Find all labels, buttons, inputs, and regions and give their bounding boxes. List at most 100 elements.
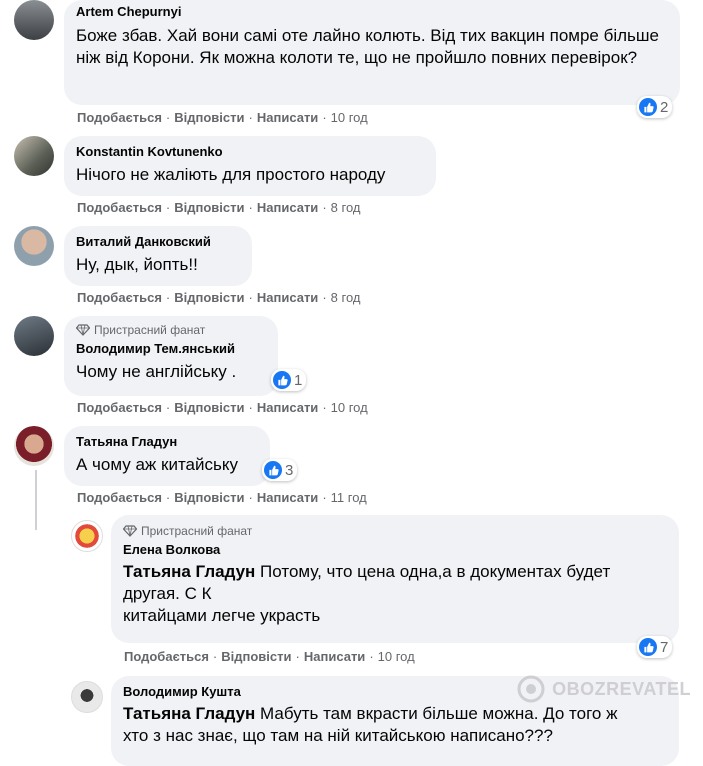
comment-text: Ну, дык, йопть!! — [76, 255, 198, 274]
badge-label: Пристрасний фанат — [141, 524, 253, 538]
message-button[interactable]: Написати — [257, 490, 318, 505]
separator: · — [165, 110, 171, 125]
separator: · — [295, 649, 300, 664]
like-reaction-icon — [273, 371, 291, 389]
separator: · — [322, 290, 327, 305]
reaction-count[interactable]: 1 — [271, 369, 307, 391]
avatar[interactable] — [71, 681, 103, 713]
reply-button[interactable]: Відповісти — [174, 490, 244, 505]
like-button[interactable]: Подобається — [77, 490, 162, 505]
separator: · — [248, 400, 253, 415]
separator: · — [165, 400, 171, 415]
reaction-count[interactable]: 3 — [262, 459, 298, 481]
badge-label: Пристрасний фанат — [94, 323, 206, 337]
separator: · — [322, 110, 327, 125]
comment-text: Нічого не жаліють для простого народу — [76, 165, 386, 184]
timestamp[interactable]: 8 год — [331, 290, 361, 305]
reply-text-line: другая. С К — [123, 584, 212, 603]
reply-text-line: Мабуть там вкрасти більше можна. До того… — [255, 704, 618, 723]
like-button[interactable]: Подобається — [77, 400, 162, 415]
timestamp[interactable]: 11 год — [331, 490, 367, 505]
like-button[interactable]: Подобається — [77, 290, 162, 305]
comment-actions: Подобається · Відповісти · Написати · 10 год — [77, 400, 368, 416]
like-button[interactable]: Подобається — [77, 200, 162, 215]
separator: · — [165, 290, 171, 305]
like-reaction-icon — [264, 461, 282, 479]
reply-button[interactable]: Відповісти — [174, 200, 244, 215]
comment-bubble: Виталий Данковский Ну, дык, йопть!! — [64, 226, 252, 286]
comment-text: Чому не англійську . — [76, 362, 237, 381]
comment-text: Боже збав. Хай вони самі оте лайно колют… — [76, 26, 659, 67]
diamond-icon — [76, 324, 90, 336]
timestamp[interactable]: 10 год — [331, 110, 368, 125]
comment-actions: Подобається · Відповісти · Написати · 10 год — [77, 110, 368, 126]
comment-bubble: Пристрасний фанат Володимир Тем.янський … — [64, 316, 278, 396]
reply-text: Татьяна Гладун Потому, что цена одна,а в… — [123, 561, 667, 627]
avatar[interactable] — [14, 0, 54, 40]
reaction-number: 1 — [294, 371, 303, 389]
comment-bubble: Татьяна Гладун А чому аж китайську — [64, 426, 270, 486]
comment-author[interactable]: Татьяна Гладун — [76, 434, 258, 450]
message-button[interactable]: Написати — [257, 110, 318, 125]
diamond-icon — [123, 525, 137, 537]
reaction-number: 2 — [660, 98, 669, 116]
comment-author[interactable]: Artem Chepurnyi — [76, 4, 668, 20]
avatar[interactable] — [14, 426, 54, 466]
avatar[interactable] — [14, 136, 54, 176]
reply-text: Татьяна Гладун Мабуть там вкрасти більше… — [123, 703, 667, 747]
separator: · — [322, 200, 327, 215]
separator: · — [248, 290, 253, 305]
obozrevatel-watermark: OBOZREVATEL — [516, 674, 691, 704]
separator: · — [212, 649, 218, 664]
timestamp[interactable]: 10 год — [378, 649, 415, 664]
message-button[interactable]: Написати — [257, 200, 318, 215]
separator: · — [248, 200, 253, 215]
separator: · — [322, 400, 327, 415]
watermark-text: OBOZREVATEL — [552, 678, 691, 699]
comment-actions: Подобається · Відповісти · Написати · 8 год — [77, 200, 360, 216]
message-button[interactable]: Написати — [304, 649, 365, 664]
reply-text-line: Потому, что цена одна,а в документах буд… — [255, 562, 611, 581]
separator: · — [322, 490, 327, 505]
comment-text: А чому аж китайську — [76, 455, 238, 474]
comment-bubble: Konstantin Kovtunenko Нічого не жаліють … — [64, 136, 436, 196]
avatar[interactable] — [71, 520, 103, 552]
message-button[interactable]: Написати — [257, 400, 318, 415]
reaction-count[interactable]: 2 — [637, 96, 673, 118]
comment-actions: Подобається · Відповісти · Написати · 8 год — [77, 290, 360, 306]
separator: · — [165, 490, 171, 505]
comment-actions: Подобається · Відповісти · Написати · 11 год — [77, 490, 367, 506]
reply-actions: Подобається · Відповісти · Написати · 10 год — [124, 649, 415, 665]
timestamp[interactable]: 8 год — [331, 200, 361, 215]
reply-bubble: Пристрасний фанат Елена Волкова Татьяна … — [111, 515, 679, 643]
reply-text-line: хто з нас знає, що там на ній китайською… — [123, 726, 553, 745]
comment-author[interactable]: Володимир Тем.янський — [76, 341, 266, 357]
top-fan-badge: Пристрасний фанат — [123, 523, 667, 539]
like-button[interactable]: Подобається — [77, 110, 162, 125]
reaction-number: 3 — [285, 461, 294, 479]
reply-button[interactable]: Відповісти — [174, 400, 244, 415]
comment-bubble: Artem Chepurnyi Боже збав. Хай вони самі… — [64, 0, 680, 105]
message-button[interactable]: Написати — [257, 290, 318, 305]
mention-link[interactable]: Татьяна Гладун — [123, 562, 255, 581]
like-button[interactable]: Подобається — [124, 649, 209, 664]
like-reaction-icon — [639, 98, 657, 116]
reply-button[interactable]: Відповісти — [174, 110, 244, 125]
comment-author[interactable]: Виталий Данковский — [76, 234, 240, 250]
avatar[interactable] — [14, 226, 54, 266]
separator: · — [248, 490, 253, 505]
separator: · — [369, 649, 374, 664]
like-reaction-icon — [639, 638, 657, 656]
reaction-number: 7 — [660, 638, 669, 656]
avatar[interactable] — [14, 316, 54, 356]
reaction-count[interactable]: 7 — [637, 636, 673, 658]
reply-author[interactable]: Елена Волкова — [123, 542, 667, 558]
top-fan-badge: Пристрасний фанат — [76, 322, 266, 338]
obozrevatel-logo-icon — [517, 675, 545, 703]
comment-author[interactable]: Konstantin Kovtunenko — [76, 144, 424, 160]
mention-link[interactable]: Татьяна Гладун — [123, 704, 255, 723]
separator: · — [248, 110, 253, 125]
reply-button[interactable]: Відповісти — [174, 290, 244, 305]
reply-button[interactable]: Відповісти — [221, 649, 291, 664]
timestamp[interactable]: 10 год — [331, 400, 368, 415]
